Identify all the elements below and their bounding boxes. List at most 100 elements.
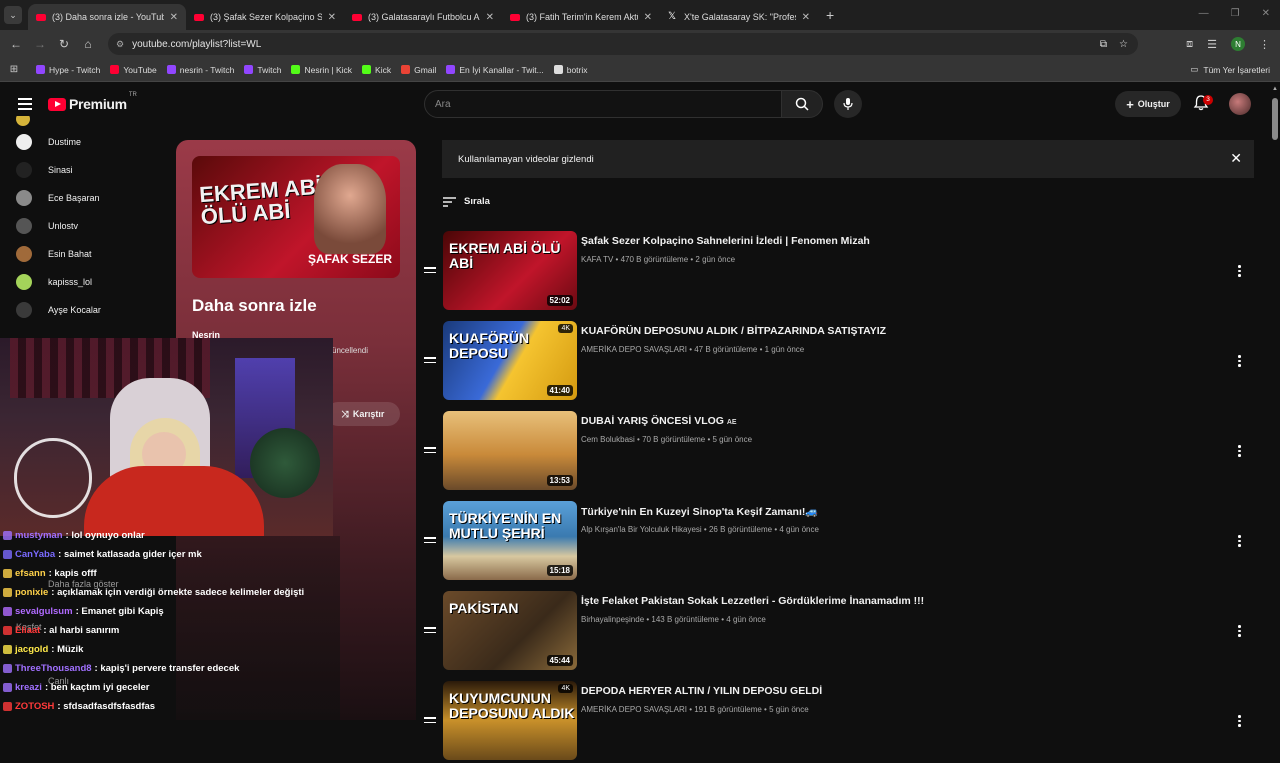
more-actions-icon[interactable] [1238,355,1242,369]
close-notice-icon[interactable]: ✕ [1230,151,1242,165]
video-title[interactable]: Türkiye'nin En Kuzeyi Sinop'ta Keşif Zam… [581,505,818,518]
bookmark-item[interactable]: En İyi Kanallar - Twit... [446,65,544,75]
url-field[interactable]: ⚙ youtube.com/playlist?list=WL ⧉ ☆ [108,33,1138,55]
more-actions-icon[interactable] [1238,715,1242,729]
all-bookmarks[interactable]: ▭ Tüm Yer İşaretleri [1190,64,1270,75]
channel-name[interactable]: Cem Bolukbasi [581,435,635,444]
bookmark-item[interactable]: YouTube [110,65,157,75]
video-title[interactable]: DEPODA HERYER ALTIN / YILIN DEPOSU GELDİ [581,685,822,697]
video-title[interactable]: KUAFÖRÜN DEPOSUNU ALDIK / BİTPAZARINDA S… [581,325,886,337]
more-actions-icon[interactable] [1238,445,1242,459]
video-thumbnail[interactable]: 13:53 [443,411,577,490]
scrollbar-thumb[interactable] [1272,98,1278,140]
close-tab-icon[interactable]: ✕ [328,12,336,23]
search-input[interactable]: Ara [424,90,782,118]
bookmark-item[interactable]: Hype - Twitch [36,65,100,75]
site-info-icon[interactable]: ⚙ [116,39,124,50]
create-button[interactable]: + Oluştur [1115,91,1181,117]
browser-tab[interactable]: (3) Şafak Sezer Kolpaçino Sahne ✕ [186,4,344,30]
sidebar-channel-item[interactable]: Dustime [0,128,176,156]
maximize-button[interactable]: ❐ [1231,8,1240,19]
drag-handle-icon[interactable] [424,627,436,636]
apps-grid-icon[interactable]: ⊞ [2,64,26,75]
drag-handle-icon[interactable] [424,537,436,546]
shuffle-button[interactable]: ⤨ Karıştır [326,402,400,426]
page-scrollbar[interactable]: ▲ [1271,86,1279,720]
video-thumbnail[interactable]: KUAFÖRÜN DEPOSU 4K 41:40 [443,321,577,400]
playlist-thumbnail[interactable]: EKREM ABİ ÖLÜ ABİ ŞAFAK SEZER [192,156,400,278]
thumb-name: ŞAFAK SEZER [307,252,392,266]
playlist-video-row[interactable]: KUAFÖRÜN DEPOSU 4K 41:40 KUAFÖRÜN DEPOSUNU … [424,321,1254,403]
close-tab-icon[interactable]: ✕ [170,12,178,23]
reading-list-icon[interactable]: ☰ [1207,38,1217,51]
tab-search-button[interactable]: ⌄ [4,6,22,24]
back-icon[interactable]: ← [4,37,28,51]
channel-name[interactable]: AMERİKA DEPO SAVAŞLARI [581,345,687,354]
bookmark-item[interactable]: botrix [553,65,588,75]
account-avatar[interactable] [1229,93,1251,115]
browser-tab[interactable]: (3) Fatih Terim'in Kerem Aktürk ✕ [502,4,660,30]
sidebar-channel-item[interactable]: Ece Başaran [0,184,176,212]
bookmark-item[interactable]: Gmail [401,65,436,75]
more-actions-icon[interactable] [1238,535,1242,549]
sidebar-channel-item[interactable]: Esin Bahat [0,240,176,268]
bookmark-item[interactable]: Nesrin | Kick [291,65,352,75]
channel-avatar [16,246,32,262]
sort-button[interactable]: Sırala [443,196,490,207]
close-tab-icon[interactable]: ✕ [486,12,494,23]
close-tab-icon[interactable]: ✕ [644,12,652,23]
bookmark-item[interactable]: nesrin - Twitch [166,64,235,75]
video-thumbnail[interactable]: PAKİSTAN 45:44 [443,591,577,670]
playlist-video-row[interactable]: KUYUMCUNUN DEPOSUNU ALDIK 4K DEPODA HERYER… [424,681,1254,763]
video-title[interactable]: Şafak Sezer Kolpaçino Sahnelerini İzledi… [581,235,870,247]
more-actions-icon[interactable] [1238,265,1242,279]
drag-handle-icon[interactable] [424,717,436,726]
video-title[interactable]: DUBAİ YARIŞ ÖNCESİ VLOG AE [581,415,737,427]
playlist-video-row[interactable]: PAKİSTAN 45:44 İşte Felaket Pakistan Sokak… [424,591,1254,673]
profile-avatar[interactable]: N [1231,37,1245,51]
video-title[interactable]: İşte Felaket Pakistan Sokak Lezzetleri -… [581,595,924,607]
bookmark-star-icon[interactable]: ☆ [1119,39,1128,50]
drag-handle-icon[interactable] [424,267,436,276]
sidebar-channel-item[interactable]: Ayşe Kocalar [0,296,176,324]
close-tab-icon[interactable]: ✕ [802,12,810,23]
minimize-button[interactable]: — [1199,8,1209,19]
bookmark-item[interactable]: Twitch [244,65,281,75]
channel-name[interactable]: KAFA TV [581,255,613,264]
playlist-video-row[interactable]: TÜRKİYE'NİN EN MUTLU ŞEHRİ 15:18 Türkiye'n… [424,501,1254,583]
voice-search-button[interactable] [834,90,862,118]
install-app-icon[interactable]: ⧉ [1100,39,1107,50]
youtube-logo[interactable]: Premium TR [48,92,137,112]
bookmark-item[interactable]: Kick [362,65,391,75]
chat-message: sevalgulsum: Emanet gibi Kapiş [3,606,164,617]
sidebar-channel-item[interactable]: Sinasi [0,156,176,184]
scroll-up-icon[interactable]: ▲ [1272,86,1278,92]
more-actions-icon[interactable] [1238,625,1242,639]
search-button[interactable] [781,90,823,118]
reload-icon[interactable]: ↻ [52,37,76,51]
playlist-video-row[interactable]: 13:53 DUBAİ YARIŞ ÖNCESİ VLOG AE Cem Boluk… [424,411,1254,493]
drag-handle-icon[interactable] [424,447,436,456]
drag-handle-icon[interactable] [424,357,436,366]
channel-name[interactable]: Alp Kırşan'la Bir Yolculuk Hikayesi [581,525,702,534]
video-thumbnail[interactable]: EKREM ABİ ÖLÜ ABİ 52:02 [443,231,577,310]
browser-tab[interactable]: (3) Galatasaraylı Futbolcu Ahme ✕ [344,4,502,30]
browser-tab[interactable]: (3) Daha sonra izle - YouTube ✕ [28,4,186,30]
video-thumbnail[interactable]: TÜRKİYE'NİN EN MUTLU ŞEHRİ 15:18 [443,501,577,580]
home-icon[interactable]: ⌂ [76,37,100,51]
forward-icon[interactable]: → [28,37,52,51]
extensions-icon[interactable]: ⧈ [1186,38,1193,51]
bookmark-label: nesrin - Twitch [179,64,235,75]
sidebar-channel-item[interactable]: kapisss_lol [0,268,176,296]
browser-tab[interactable]: 𝕏 X'te Galatasaray SK: "Profesyon ✕ [660,4,818,30]
playlist-video-row[interactable]: EKREM ABİ ÖLÜ ABİ 52:02 Şafak Sezer Kolpaç… [424,231,1254,313]
guide-menu-icon[interactable] [18,98,32,110]
view-count: 143 B görüntüleme [651,615,720,624]
browser-menu-icon[interactable]: ⋮ [1259,38,1270,51]
close-window-button[interactable]: ✕ [1262,8,1270,19]
channel-name[interactable]: AMERİKA DEPO SAVAŞLARI [581,705,687,714]
sidebar-channel-item[interactable]: Unlostv [0,212,176,240]
channel-name[interactable]: Birhayalinpeşinde [581,615,644,624]
video-thumbnail[interactable]: KUYUMCUNUN DEPOSUNU ALDIK 4K [443,681,577,760]
new-tab-button[interactable]: + [826,7,834,23]
